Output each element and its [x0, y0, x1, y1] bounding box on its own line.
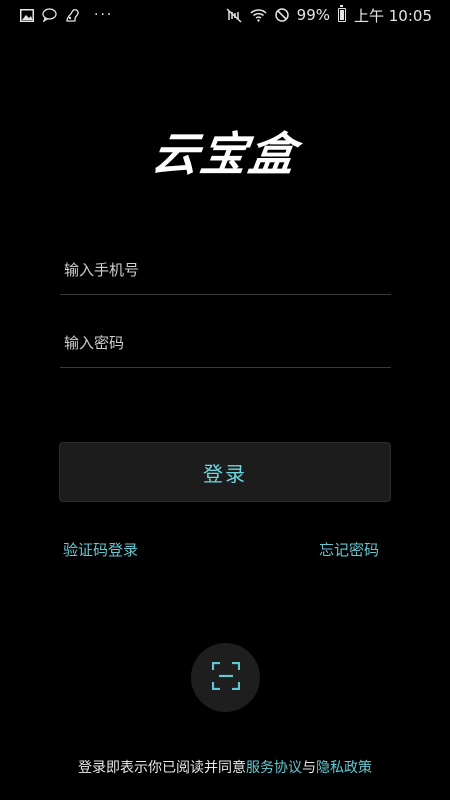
- phone-field-container: [60, 245, 391, 295]
- scan-button[interactable]: [191, 643, 260, 712]
- app-logo: 云宝盒: [148, 127, 301, 181]
- status-time: 上午 10:05: [354, 6, 432, 25]
- forgot-password-link[interactable]: 忘记密码: [319, 539, 379, 560]
- agreement-conjunction: 与: [302, 760, 316, 776]
- agreement-prefix: 登录即表示你已阅读并同意: [78, 760, 246, 776]
- chat-bubble-icon: [42, 8, 57, 22]
- login-button[interactable]: 登录: [59, 442, 391, 502]
- sms-login-link[interactable]: 验证码登录: [63, 539, 138, 560]
- do-not-disturb-icon: [274, 8, 289, 22]
- more-dots-icon: ···: [94, 7, 114, 23]
- login-screen: ··· 99% 上午 10:05 云宝盒 输入手机号 登录 验证码登录 忘记密码…: [0, 0, 450, 800]
- wifi-icon: [250, 8, 267, 22]
- status-bar: ··· 99% 上午 10:05: [0, 0, 450, 30]
- privacy-policy-link[interactable]: 隐私政策: [316, 760, 372, 776]
- squirrel-icon: [65, 8, 80, 22]
- phone-input[interactable]: [60, 245, 391, 294]
- battery-percent: 99%: [296, 6, 330, 24]
- status-bar-right: 99% 上午 10:05: [226, 5, 432, 26]
- terms-of-service-link[interactable]: 服务协议: [246, 760, 302, 776]
- status-bar-left: ···: [20, 7, 113, 23]
- password-input[interactable]: [60, 318, 391, 367]
- image-icon: [20, 8, 34, 22]
- agreement-text: 登录即表示你已阅读并同意服务协议与隐私政策: [0, 757, 450, 777]
- password-field-container: [60, 318, 391, 368]
- mute-icon: [226, 7, 242, 23]
- battery-icon: [338, 5, 346, 22]
- scan-icon: [211, 661, 240, 694]
